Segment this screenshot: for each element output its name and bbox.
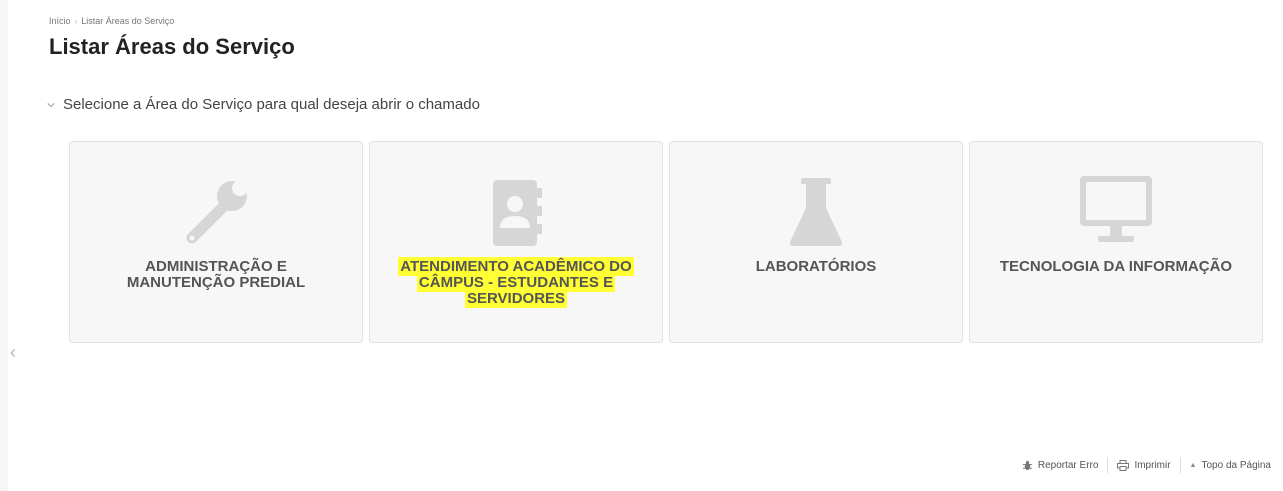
report-error-link[interactable]: Reportar Erro	[1013, 460, 1108, 471]
print-link[interactable]: Imprimir	[1108, 459, 1179, 471]
report-error-label: Reportar Erro	[1037, 459, 1099, 471]
card-administracao[interactable]: ADMINISTRAÇÃO E MANUTENÇÃO PREDIAL	[69, 141, 363, 343]
card-laboratorios[interactable]: LABORATÓRIOS	[669, 141, 963, 343]
card-tecnologia[interactable]: TECNOLOGIA DA INFORMAÇÃO	[969, 141, 1263, 343]
card-title: LABORATÓRIOS	[755, 258, 877, 275]
wrench-icon	[171, 172, 261, 252]
breadcrumb-separator-icon: ›	[74, 16, 78, 26]
highlighted-text: ATENDIMENTO ACADÊMICO DO CÂMPUS - ESTUDA…	[398, 257, 634, 308]
section-toggle[interactable]: Selecione a Área do Serviço para qual de…	[47, 96, 480, 113]
flask-icon	[771, 172, 861, 252]
card-title: TECNOLOGIA DA INFORMAÇÃO	[999, 258, 1233, 275]
left-sidebar-strip	[0, 0, 8, 491]
chevron-left-icon[interactable]: ‹	[10, 342, 16, 362]
bug-icon	[1022, 460, 1032, 470]
card-title: ATENDIMENTO ACADÊMICO DO CÂMPUS - ESTUDA…	[390, 257, 642, 308]
print-label: Imprimir	[1134, 459, 1171, 471]
back-to-top-link[interactable]: ▲ Topo da Página	[1181, 460, 1271, 471]
footer-links: Reportar Erro Imprimir ▲ Topo da Página	[1013, 457, 1271, 473]
breadcrumb: Início › Listar Áreas do Serviço	[49, 16, 174, 26]
service-area-cards: ADMINISTRAÇÃO E MANUTENÇÃO PREDIAL ATEND…	[69, 141, 1263, 343]
breadcrumb-home-link[interactable]: Início	[49, 16, 71, 26]
caret-up-icon: ▲	[1189, 461, 1197, 469]
contact-book-icon	[471, 172, 561, 252]
monitor-icon	[1071, 172, 1161, 252]
chevron-down-icon	[47, 102, 55, 107]
card-atendimento-academico[interactable]: ATENDIMENTO ACADÊMICO DO CÂMPUS - ESTUDA…	[369, 141, 663, 343]
card-title: ADMINISTRAÇÃO E MANUTENÇÃO PREDIAL	[126, 258, 306, 291]
printer-icon	[1117, 459, 1130, 471]
back-to-top-label: Topo da Página	[1201, 459, 1271, 471]
section-label: Selecione a Área do Serviço para qual de…	[63, 96, 480, 113]
page-title: Listar Áreas do Serviço	[49, 34, 295, 59]
breadcrumb-current: Listar Áreas do Serviço	[81, 16, 175, 26]
